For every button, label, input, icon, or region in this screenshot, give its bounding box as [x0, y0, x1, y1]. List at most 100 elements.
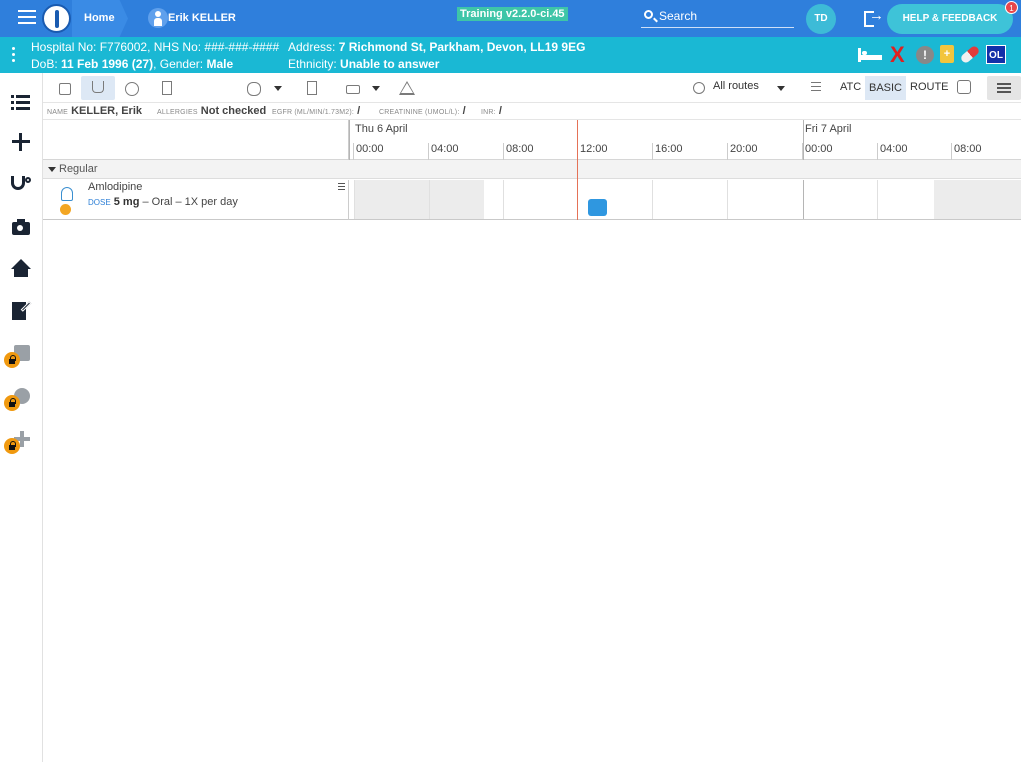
sort-icon[interactable] — [807, 82, 821, 94]
notification-badge[interactable]: 1 — [1005, 1, 1018, 14]
time-slot[interactable] — [934, 180, 1021, 219]
print-icon[interactable] — [341, 78, 361, 98]
hour-label: 00:00 — [802, 143, 833, 160]
time-slot[interactable] — [429, 180, 484, 219]
document-icon[interactable] — [156, 78, 176, 98]
hour-label: 04:00 — [877, 143, 908, 160]
close-icon[interactable]: X — [890, 42, 905, 68]
list-icon[interactable] — [0, 82, 43, 118]
group-label: Regular — [59, 163, 98, 175]
calculator-icon[interactable] — [54, 78, 74, 98]
view-atc-button[interactable]: ATC — [840, 81, 861, 93]
day-label: Fri 7 April — [805, 123, 852, 135]
search-input[interactable]: Search — [641, 6, 794, 28]
menu-button[interactable] — [987, 76, 1021, 100]
routes-icon — [693, 82, 705, 94]
dob-label: DoB: — [31, 57, 62, 71]
top-navbar: Home Erik KELLER Training v2.2.0-ci.45 S… — [0, 0, 1021, 37]
patient-address: Address: 7 Richmond St, Parkham, Devon, … — [288, 40, 585, 54]
stethoscope-icon[interactable] — [0, 168, 43, 204]
person-icon — [148, 8, 168, 28]
scheduled-dose-marker[interactable] — [588, 199, 607, 216]
dose-value: 5 mg — [113, 196, 140, 208]
search-label: Search — [659, 9, 698, 23]
breadcrumb-patient[interactable]: Erik KELLER — [128, 0, 248, 37]
document-sign-icon[interactable] — [0, 295, 43, 331]
routes-label: All routes — [713, 80, 759, 92]
group-header-regular[interactable]: Regular — [43, 160, 1021, 179]
locked-activity-icon[interactable] — [0, 380, 43, 416]
hour-label: 08:00 — [951, 143, 982, 160]
tablet-icon — [57, 187, 77, 215]
left-sidebar — [0, 73, 43, 762]
user-avatar[interactable]: TD — [806, 4, 836, 34]
ethnicity-label: Ethnicity: — [288, 57, 341, 71]
app-logo[interactable] — [42, 4, 71, 33]
time-slot[interactable] — [803, 180, 877, 219]
chevron-down-icon[interactable] — [777, 86, 785, 91]
time-slot[interactable] — [503, 180, 577, 219]
hour-label: 20:00 — [727, 143, 758, 160]
gender-value: Male — [206, 57, 234, 71]
dose-label: DOSE — [88, 198, 111, 207]
patient-info-strip: NAME KELLER, Erik ALLERGIES Not checked … — [43, 103, 1021, 120]
patient-banner: Hospital No: F776002, NHS No: ###-###-##… — [0, 37, 1021, 73]
chevron-down-icon[interactable] — [372, 86, 380, 91]
time-slot[interactable] — [652, 180, 727, 219]
camera-icon[interactable] — [0, 210, 43, 246]
hour-label: 00:00 — [353, 143, 384, 160]
medication-name: Amlodipine — [88, 181, 143, 193]
row-menu-icon[interactable] — [338, 183, 345, 191]
address-label: Address: — [288, 40, 339, 54]
patient-ethnicity: Ethnicity: Unable to answer — [288, 57, 439, 71]
disabled-icon[interactable] — [121, 78, 141, 98]
hamburger-menu-icon[interactable] — [18, 10, 36, 26]
egfr-value: / — [357, 105, 361, 117]
dob-value: 11 Feb 1996 (27) — [61, 57, 154, 71]
caret-down-icon[interactable] — [48, 167, 56, 172]
medication-row[interactable]: Amlodipine DOSE 5 mg – Oral – 1X per day — [43, 180, 1021, 220]
grid-icon[interactable] — [957, 80, 971, 94]
creatinine-label: CREATININE (UMOL/L): — [379, 109, 460, 116]
medication-dose: DOSE 5 mg – Oral – 1X per day — [88, 196, 238, 208]
medication-info[interactable]: Amlodipine DOSE 5 mg – Oral – 1X per day — [43, 180, 349, 220]
egfr-label: EGFR (ML/MIN/1.73M2): — [272, 109, 354, 116]
add-medication-icon[interactable] — [243, 78, 263, 98]
chart-toolbar: All routes ATC BASIC ROUTE — [43, 73, 1021, 103]
locked-clipboard-icon[interactable] — [0, 337, 43, 373]
administer-icon[interactable] — [81, 76, 115, 100]
view-basic-button[interactable]: BASIC — [865, 76, 906, 100]
clipboard-icon[interactable]: + — [940, 45, 954, 63]
warning-icon[interactable] — [397, 78, 417, 98]
pill-icon[interactable] — [959, 44, 981, 65]
day-label: Thu 6 April — [355, 123, 408, 135]
ol-badge[interactable]: OL — [986, 45, 1006, 64]
time-slot[interactable] — [354, 180, 429, 219]
version-badge: Training v2.2.0-ci.45 — [457, 7, 568, 21]
time-slot[interactable] — [727, 180, 802, 219]
lock-icon — [4, 395, 20, 411]
lock-icon — [4, 438, 20, 454]
bed-icon[interactable] — [858, 48, 882, 62]
day-divider — [349, 120, 350, 160]
logout-icon[interactable] — [864, 7, 884, 27]
add-icon[interactable] — [0, 124, 43, 160]
ethnicity-value: Unable to answer — [340, 57, 440, 71]
time-slot[interactable] — [877, 180, 934, 219]
hour-label: 16:00 — [652, 143, 683, 160]
kebab-menu-icon[interactable] — [12, 47, 16, 63]
hour-label: 12:00 — [577, 143, 608, 160]
address-value: 7 Richmond St, Parkham, Devon, LL19 9EG — [338, 40, 586, 54]
alert-icon[interactable]: ! — [916, 46, 934, 64]
view-route-button[interactable]: ROUTE — [910, 81, 949, 93]
creatinine-value: / — [462, 105, 466, 117]
home-icon[interactable] — [0, 253, 43, 289]
breadcrumb-home[interactable]: Home — [72, 0, 128, 37]
hour-label: 08:00 — [503, 143, 534, 160]
locked-add-icon[interactable] — [0, 423, 43, 459]
inr-label: INR: — [481, 109, 496, 116]
add-document-icon[interactable] — [301, 78, 321, 98]
chevron-down-icon[interactable] — [274, 86, 282, 91]
help-feedback-button[interactable]: HELP & FEEDBACK — [887, 4, 1013, 34]
inr-value: / — [498, 105, 502, 117]
